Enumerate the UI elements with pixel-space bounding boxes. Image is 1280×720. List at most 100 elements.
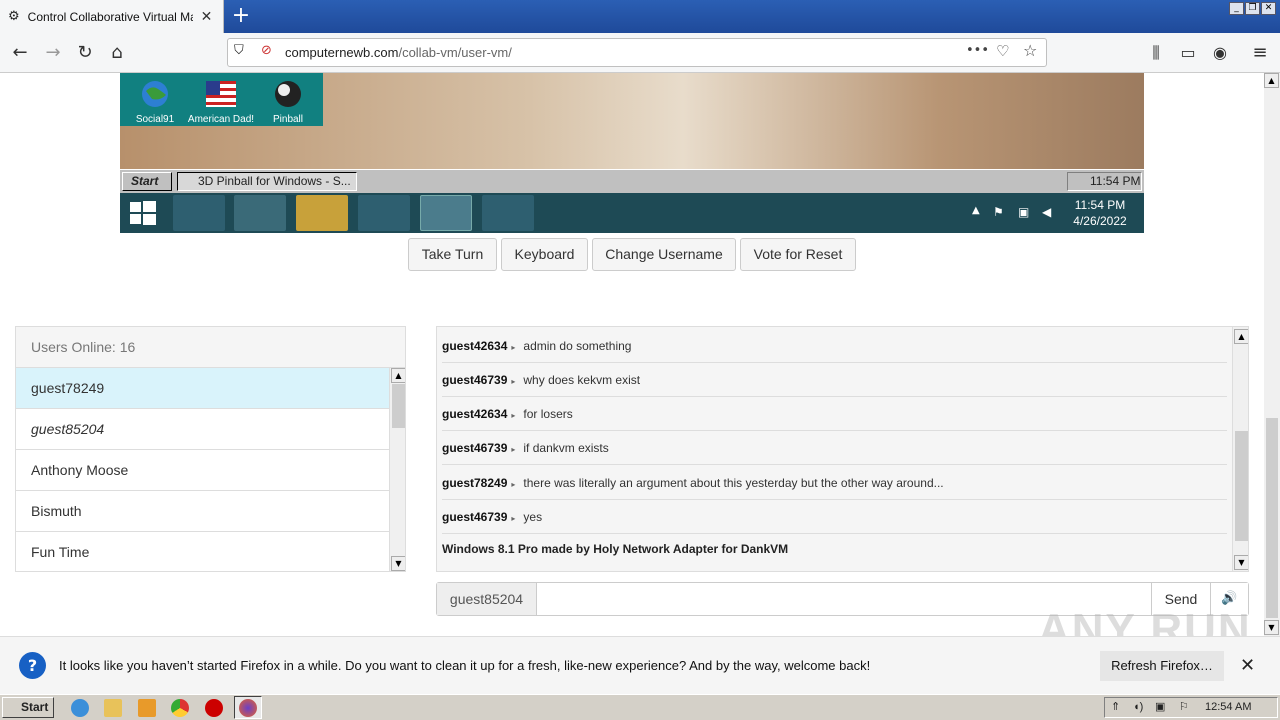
users-scrollbar[interactable]: ▲ ▼ [389,368,405,571]
firefox-taskbar-button[interactable] [234,696,262,719]
url-bar[interactable]: ⛉ ⊘ computernewb.com/collab-vm/user-vm/ … [227,38,1047,67]
scroll-up-icon[interactable]: ▲ [1234,329,1248,344]
host-clock[interactable]: 11:54 PM 4/26/2022 [1065,197,1135,229]
close-icon[interactable]: ✕ [1240,655,1255,676]
desktop-icon-pinball[interactable]: Pinball [253,79,323,125]
pocket-icon[interactable]: ♡ [996,42,1009,60]
sidebar-icon[interactable]: ▭ [1176,41,1200,65]
reload-icon[interactable]: ↻ [73,41,97,65]
firefox-app-icon[interactable] [173,195,225,231]
navigation-toolbar: ← → ↻ ⌂ ⛉ ⊘ computernewb.com/collab-vm/u… [0,33,1280,73]
page-scrollbar[interactable]: ▲ ▼ [1264,73,1280,636]
os-taskbar: Start ⇑ ◖) ▣ ⚐ 12:54 AM [0,694,1280,720]
ie-icon[interactable] [71,699,89,717]
minimize-button[interactable]: _ [1229,2,1244,15]
bookmark-star-icon[interactable]: ☆ [1023,41,1037,60]
guest-task-pinball[interactable]: 3D Pinball for Windows - S... [177,172,357,191]
scroll-thumb[interactable] [1235,431,1248,541]
guest-classic-taskbar: Start 3D Pinball for Windows - S... 11:5… [120,169,1144,193]
tab-title: Control Collaborative Virtual Machi [27,9,193,24]
take-turn-button[interactable]: Take Turn [408,238,497,271]
new-tab-button[interactable]: + [230,3,252,29]
app-window-icon[interactable] [358,195,410,231]
firefox-icon [239,699,257,717]
forward-icon[interactable]: → [41,41,65,65]
browser-tab-bar: ⚙ Control Collaborative Virtual Machi ✕ … [0,0,1280,33]
chat-system-message: Windows 8.1 Pro made by Holy Network Ada… [442,542,789,556]
system-tray: ⇑ ◖) ▣ ⚐ 12:54 AM [1104,697,1278,718]
chrome-icon[interactable] [171,699,189,717]
tor-app-icon[interactable] [482,195,534,231]
chat-message: guest46739 ▸ if dankvm exists [442,431,1227,465]
guest-start-button[interactable]: Start [122,172,172,191]
url-text[interactable]: computernewb.com/collab-vm/user-vm/ [285,45,512,60]
folder-icon[interactable] [104,699,122,717]
insecure-lock-icon[interactable]: ⊘ [261,43,272,58]
chat-message: guest46739 ▸ yes [442,500,1227,534]
globe-icon [142,81,168,107]
scroll-up-icon[interactable]: ▲ [391,368,405,383]
library-icon[interactable]: ⫼ [1144,41,1168,65]
vm-display[interactable]: Social91 American Dad! Pinball Start 3D … [120,73,1144,233]
desktop-icon-american-dad[interactable]: American Dad! [186,79,256,125]
tray-chevron-icon[interactable]: ▲ [972,205,980,216]
change-username-button[interactable]: Change Username [592,238,736,271]
refresh-firefox-button[interactable]: Refresh Firefox… [1100,651,1224,681]
home-icon[interactable]: ⌂ [105,41,129,65]
users-panel: Users Online: 16 guest78249 guest85204 A… [15,326,406,572]
site-favicon-icon: ⚙ [8,9,20,24]
globe-app-icon[interactable] [420,195,472,231]
windows-logo-icon[interactable] [130,201,156,225]
network-icon[interactable]: ▣ [1155,698,1165,717]
menu-icon[interactable]: ≡ [1248,41,1272,65]
flag-alert-icon[interactable]: ⚑ [993,205,1004,219]
user-list-item[interactable]: Fun Time [16,532,389,571]
keyboard-button[interactable]: Keyboard [501,238,588,271]
network-icon[interactable]: ▣ [1018,205,1029,219]
chat-message: guest78249 ▸ there was literally an argume… [442,466,1227,500]
chat-username-label: guest85204 [437,583,537,615]
tray-clock[interactable]: 12:54 AM [1205,698,1251,717]
chat-scrollbar[interactable]: ▲ ▼ [1232,327,1248,571]
media-player-icon[interactable] [138,699,156,717]
scroll-down-icon[interactable]: ▼ [391,556,405,571]
question-icon: ? [19,652,46,679]
user-list-item[interactable]: guest78249 [16,368,389,409]
us-flag-icon [206,81,236,107]
opera-icon[interactable] [205,699,223,717]
back-icon[interactable]: ← [8,41,32,65]
tab-close-icon[interactable]: ✕ [201,9,213,25]
volume-muted-icon[interactable]: ◀ [1042,205,1051,219]
vote-reset-button[interactable]: Vote for Reset [740,238,856,271]
chat-message: guest42634 ▸ admin do something [442,329,1227,363]
chat-message: guest42634 ▸ for losers [442,397,1227,431]
scroll-down-icon[interactable]: ▼ [1264,620,1279,635]
scroll-down-icon[interactable]: ▼ [1234,555,1248,570]
desktop-icon-social91[interactable]: Social91 [120,79,190,125]
scroll-up-icon[interactable]: ▲ [1264,73,1279,88]
restore-button[interactable]: ❐ [1245,2,1260,15]
scroll-thumb[interactable] [1266,418,1278,618]
browser-tab[interactable]: ⚙ Control Collaborative Virtual Machi ✕ [0,0,224,33]
chat-message: guest46739 ▸ why does kekvm exist [442,363,1227,397]
start-button[interactable]: Start [2,697,54,718]
host-taskbar: ▲ ⚑ ▣ ◀ 11:54 PM 4/26/2022 [120,193,1144,233]
account-icon[interactable]: ◉ [1208,41,1232,65]
notification-bar: ? It looks like you haven’t started Fire… [0,636,1280,694]
pinball-icon [275,81,301,107]
notification-text: It looks like you haven’t started Firefo… [59,658,871,673]
user-list-item[interactable]: Bismuth [16,491,389,532]
user-list-item[interactable]: Anthony Moose [16,450,389,491]
flag-icon[interactable]: ⚐ [1179,698,1189,717]
page-actions-menu-icon[interactable]: ••• [966,43,989,58]
window-close-button[interactable]: ✕ [1261,2,1276,15]
chrome-app-icon[interactable] [234,195,286,231]
user-list-item[interactable]: guest85204 [16,409,389,450]
file-explorer-app-icon[interactable] [296,195,348,231]
scroll-thumb[interactable] [392,384,405,428]
chat-panel: guest42634 ▸ admin do something guest46739… [436,326,1249,572]
guest-tray-clock: 11:54 PM [1067,172,1142,191]
tray-arrow-icon[interactable]: ⇑ [1111,698,1120,717]
volume-icon[interactable]: ◖) [1133,698,1143,717]
shield-icon[interactable]: ⛉ [234,43,244,58]
